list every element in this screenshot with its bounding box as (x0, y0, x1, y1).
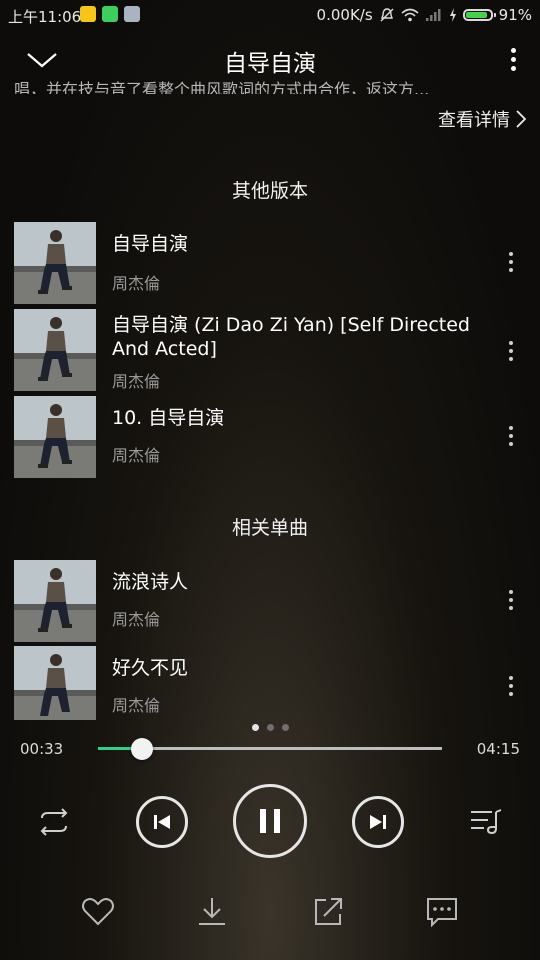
status-bar: 上午11:06 0.00K/s 91% (0, 0, 540, 30)
track-artist: 周杰倫 (112, 610, 161, 629)
track-artist: 周杰倫 (112, 446, 161, 465)
android-icon (102, 6, 118, 22)
battery-percent: 91% (498, 6, 532, 24)
pause-button[interactable] (233, 784, 307, 858)
download-icon (199, 898, 225, 925)
album-cover (14, 222, 96, 304)
related-item-2[interactable]: 好久不见 周杰倫 (14, 646, 526, 720)
repeat-button[interactable] (34, 806, 74, 842)
track-title: 流浪诗人 (112, 571, 189, 593)
download-button[interactable] (194, 894, 230, 930)
view-details-label: 查看详情 (438, 110, 510, 131)
track-title: 10. 自导自演 (112, 407, 225, 429)
view-details-link[interactable]: 查看详情 (438, 106, 526, 132)
track-artist: 周杰倫 (112, 372, 161, 391)
track-more-button[interactable] (506, 248, 516, 278)
track-artist: 周杰倫 (112, 696, 161, 715)
more-vertical-icon (506, 676, 516, 696)
battery-level (465, 12, 488, 18)
version-item-3[interactable]: 10. 自导自演 周杰倫 (14, 396, 526, 480)
version-item-1[interactable]: 自导自演 周杰倫 (14, 222, 526, 306)
more-vertical-icon (506, 590, 516, 610)
more-vertical-icon (506, 426, 516, 446)
bottom-actions (0, 890, 540, 934)
description-text: 唱，并在技与音了看整个曲风歌词的方式由合作，返这方... (14, 80, 430, 94)
total-time: 04:15 (476, 740, 520, 758)
seek-bar[interactable] (98, 738, 442, 760)
track-more-button[interactable] (506, 337, 516, 367)
album-cover (14, 396, 96, 478)
pause-icon (260, 809, 280, 833)
chevron-right-icon (516, 110, 526, 128)
related-songs-title: 相关单曲 (231, 517, 308, 539)
more-options-button[interactable] (506, 44, 520, 76)
seek-handle[interactable] (131, 738, 154, 760)
status-right: 0.00K/s 91% (317, 6, 532, 24)
more-vertical-icon (506, 341, 516, 361)
signal-icon (425, 9, 441, 21)
version-item-2[interactable]: 自导自演 (Zi Dao Zi Yan) [Self Directed And … (14, 309, 526, 393)
track-more-button[interactable] (506, 586, 516, 616)
comment-icon (427, 898, 457, 928)
pager-dot (266, 724, 274, 731)
track-title: 好久不见 (112, 657, 189, 679)
comment-button[interactable] (424, 894, 460, 930)
playlist-icon (471, 809, 502, 835)
status-time: 上午11:06 (8, 8, 82, 26)
heart-icon (82, 898, 114, 926)
pager-dot (251, 724, 259, 731)
other-versions-title: 其他版本 (231, 180, 308, 202)
repeat-icon (40, 808, 68, 836)
playback-controls (0, 780, 540, 864)
net-speed: 0.00K/s (316, 6, 373, 24)
notes-icon (124, 6, 140, 22)
related-item-1[interactable]: 流浪诗人 周杰倫 (14, 560, 526, 644)
share-button[interactable] (310, 894, 346, 930)
pager-indicator (0, 724, 540, 731)
album-cover (14, 309, 96, 391)
favorite-button[interactable] (80, 894, 116, 930)
mute-icon (380, 8, 394, 22)
current-time: 00:33 (20, 740, 64, 758)
share-icon (315, 898, 342, 925)
track-title: 自导自演 (112, 233, 189, 255)
more-vertical-icon (506, 252, 516, 272)
track-artist: 周杰倫 (112, 274, 161, 293)
next-icon (370, 815, 386, 829)
album-cover (14, 560, 96, 642)
pager-dot (281, 724, 289, 731)
charging-icon (449, 8, 456, 22)
wifi-icon (401, 8, 419, 22)
track-more-button[interactable] (506, 422, 516, 452)
playlist-button[interactable] (468, 806, 504, 842)
track-more-button[interactable] (506, 672, 516, 702)
more-vertical-icon (506, 48, 520, 71)
page-title: 自导自演 (224, 51, 316, 77)
previous-icon (154, 815, 170, 829)
track-title: 自导自演 (Zi Dao Zi Yan) [Self Directed And … (112, 314, 470, 360)
progress-row: 00:33 04:15 (0, 736, 540, 766)
battery-icon (462, 9, 496, 21)
album-cover (14, 646, 96, 720)
previous-button[interactable] (136, 796, 188, 848)
qq-icon (80, 6, 96, 22)
next-button[interactable] (352, 796, 404, 848)
